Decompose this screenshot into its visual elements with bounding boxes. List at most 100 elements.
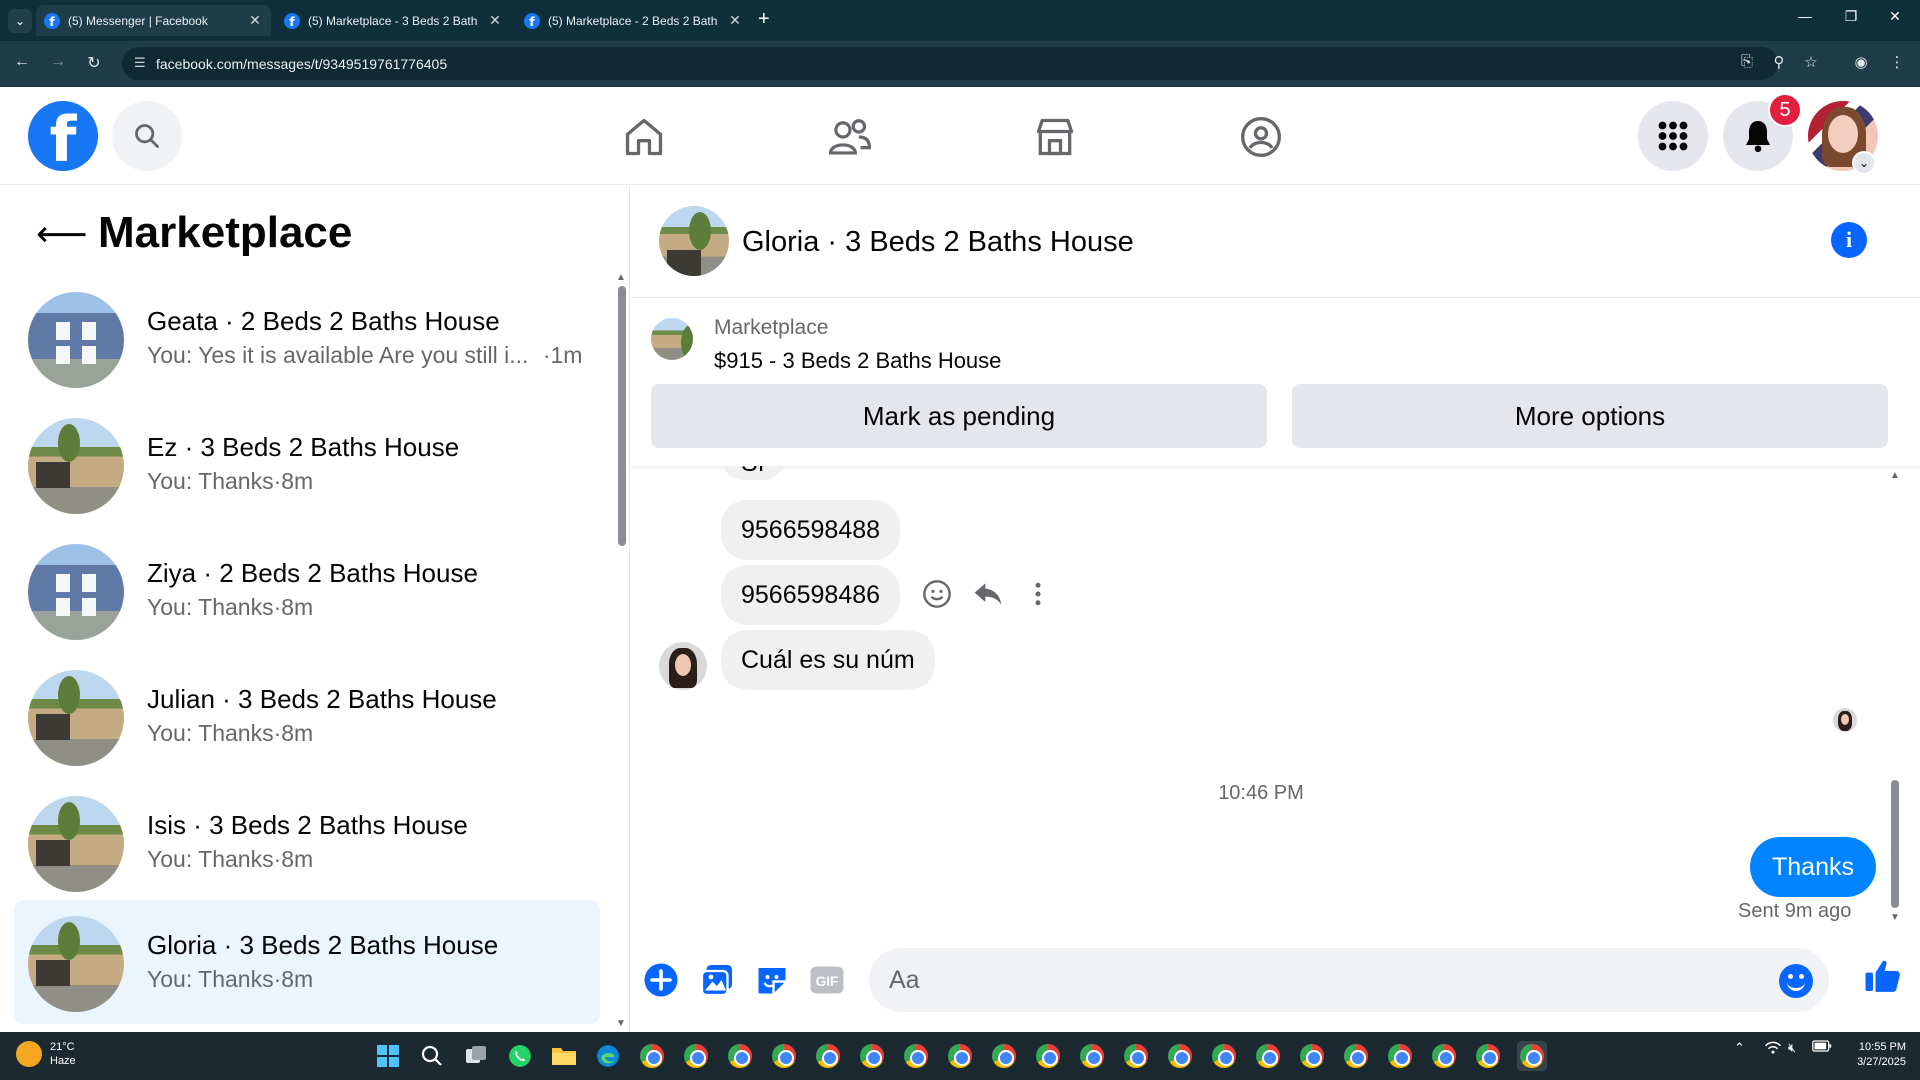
start-button[interactable] <box>373 1041 403 1071</box>
listing-thumbnail[interactable] <box>651 318 693 360</box>
facebook-logo-icon[interactable]: f <box>28 101 98 171</box>
chrome-profile-taskbar-app[interactable] <box>901 1041 931 1071</box>
wifi-icon[interactable] <box>1764 1040 1782 1059</box>
menu-button[interactable] <box>1638 101 1708 171</box>
close-tab-icon[interactable]: ✕ <box>487 12 503 29</box>
back-arrow-icon[interactable]: ⟵ <box>36 214 88 255</box>
message-bubble-outgoing[interactable]: Thanks <box>1750 837 1876 897</box>
chrome-profile-taskbar-app[interactable] <box>857 1041 887 1071</box>
conversation-item[interactable]: Geata · 2 Beds 2 Baths House You: Yes it… <box>14 278 600 402</box>
tab-marketplace-3beds[interactable]: f (5) Marketplace - 3 Beds 2 Bath ✕ <box>276 5 511 36</box>
conversation-item[interactable]: Isis · 3 Beds 2 Baths House You: Thanks·… <box>14 782 600 906</box>
chrome-profile-taskbar-app[interactable] <box>1253 1041 1283 1071</box>
system-clock[interactable]: 10:55 PM 3/27/2025 <box>1836 1040 1906 1070</box>
home-icon <box>625 118 663 156</box>
attach-photo-button[interactable] <box>697 960 737 1000</box>
battery-icon[interactable] <box>1812 1040 1832 1055</box>
weather-widget[interactable]: 21°C Haze <box>16 1040 76 1068</box>
edge-taskbar-app[interactable] <box>593 1041 623 1071</box>
chrome-profile-taskbar-app[interactable] <box>1077 1041 1107 1071</box>
sticker-button[interactable] <box>752 960 792 1000</box>
message-bubble-incoming[interactable]: Cuál es su núm <box>721 630 935 690</box>
conversation-item-selected[interactable]: Gloria · 3 Beds 2 Baths House You: Thank… <box>14 900 600 1024</box>
chrome-profile-taskbar-app[interactable] <box>1033 1041 1063 1071</box>
tab-search-button[interactable]: ⌄ <box>8 9 32 33</box>
conversation-item[interactable]: Ziya · 2 Beds 2 Baths House You: Thanks·… <box>14 530 600 654</box>
listing-price-title[interactable]: $915 - 3 Beds 2 Baths House <box>714 348 1001 374</box>
scroll-up-arrow-icon[interactable]: ▲ <box>1890 470 1900 481</box>
file-explorer-taskbar-app[interactable] <box>549 1041 579 1071</box>
forward-icon[interactable]: → <box>46 53 70 71</box>
site-info-icon[interactable]: ☰ <box>134 55 146 71</box>
chrome-profile-taskbar-app[interactable] <box>1429 1041 1459 1071</box>
chrome-profile-taskbar-app[interactable] <box>681 1041 711 1071</box>
taskbar-search-button[interactable] <box>417 1041 447 1071</box>
chrome-profile-taskbar-app[interactable] <box>1209 1041 1239 1071</box>
message-input[interactable]: Aa <box>869 948 1829 1012</box>
message-bubble-incoming[interactable]: 9566598486 <box>721 565 901 625</box>
more-options-button[interactable]: More options <box>1292 384 1888 448</box>
bookmark-star-icon[interactable]: ☆ <box>1800 53 1822 71</box>
chrome-profile-taskbar-app[interactable] <box>1297 1041 1327 1071</box>
gif-button[interactable]: GIF <box>807 960 847 1000</box>
conversation-item[interactable]: Ez · 3 Beds 2 Baths House You: Thanks·8m <box>14 404 600 528</box>
groups-nav-button[interactable] <box>1231 109 1291 165</box>
chrome-profile-taskbar-app[interactable] <box>945 1041 975 1071</box>
minimize-window-button[interactable]: — <box>1790 8 1820 24</box>
like-send-button[interactable] <box>1863 956 1903 996</box>
more-vertical-icon[interactable] <box>1023 578 1053 610</box>
chrome-profile-taskbar-app[interactable] <box>1385 1041 1415 1071</box>
tab-messenger[interactable]: f (5) Messenger | Facebook ✕ <box>36 5 271 36</box>
emoji-icon[interactable] <box>1779 964 1813 998</box>
chrome-taskbar-app[interactable] <box>637 1041 667 1071</box>
chrome-active-taskbar-app[interactable] <box>1517 1041 1547 1071</box>
tab-marketplace-2beds[interactable]: f (5) Marketplace - 2 Beds 2 Bath ✕ <box>516 5 751 36</box>
new-tab-button[interactable]: + <box>758 8 770 31</box>
browser-menu-icon[interactable]: ⋮ <box>1886 53 1908 71</box>
back-icon[interactable]: ← <box>10 53 34 71</box>
chrome-profile-taskbar-app[interactable] <box>1341 1041 1371 1071</box>
speaker-muted-icon[interactable]: 🔇︎ <box>1788 1040 1796 1056</box>
address-bar[interactable]: ☰ facebook.com/messages/t/93495197617764… <box>122 47 1778 80</box>
chrome-profile-taskbar-app[interactable] <box>1473 1041 1503 1071</box>
chrome-profile-taskbar-app[interactable] <box>769 1041 799 1071</box>
plus-circle-icon <box>644 963 678 997</box>
profile-icon[interactable]: ◉ <box>1850 53 1872 71</box>
marketplace-nav-button[interactable] <box>1025 109 1085 165</box>
friends-nav-button[interactable] <box>820 109 880 165</box>
add-attachment-button[interactable] <box>641 960 681 1000</box>
scroll-down-arrow-icon[interactable]: ▼ <box>1890 912 1900 923</box>
close-tab-icon[interactable]: ✕ <box>247 12 263 29</box>
chrome-profile-taskbar-app[interactable] <box>725 1041 755 1071</box>
restore-window-button[interactable]: ❐ <box>1836 8 1866 25</box>
chrome-profile-taskbar-app[interactable] <box>989 1041 1019 1071</box>
install-app-icon[interactable]: ⎘ <box>1736 53 1758 70</box>
message-bubble-incoming[interactable]: 9566598488 <box>721 500 901 560</box>
task-view-button[interactable] <box>461 1041 491 1071</box>
chrome-profile-taskbar-app[interactable] <box>813 1041 843 1071</box>
show-hidden-icons-chevron-icon[interactable]: ⌃ <box>1734 1040 1745 1056</box>
reply-icon[interactable] <box>971 578 1005 610</box>
whatsapp-taskbar-app[interactable] <box>505 1041 535 1071</box>
left-scrollbar[interactable] <box>618 286 626 546</box>
chrome-profile-taskbar-app[interactable] <box>1165 1041 1195 1071</box>
conversation-title[interactable]: Gloria · 3 Beds 2 Baths House <box>742 226 1134 259</box>
react-emoji-icon[interactable] <box>921 578 953 610</box>
info-icon[interactable]: i <box>1831 222 1867 258</box>
reload-icon[interactable]: ↻ <box>82 53 106 73</box>
close-tab-icon[interactable]: ✕ <box>727 12 743 29</box>
mark-as-pending-button[interactable]: Mark as pending <box>651 384 1267 448</box>
home-nav-button[interactable] <box>614 109 674 165</box>
account-chevron-down-icon[interactable]: ⌄ <box>1852 151 1876 175</box>
sender-avatar[interactable] <box>659 642 707 690</box>
message-bubble-incoming[interactable]: Sí <box>721 466 785 480</box>
thread-scrollbar[interactable] <box>1891 780 1899 908</box>
search-button[interactable] <box>112 101 182 171</box>
conversation-item[interactable]: Julian · 3 Beds 2 Baths House You: Thank… <box>14 656 600 780</box>
scroll-down-arrow-icon[interactable]: ▼ <box>616 1018 626 1029</box>
zoom-icon[interactable]: ⚲ <box>1768 53 1790 71</box>
scroll-up-arrow-icon[interactable]: ▲ <box>616 272 626 283</box>
conversation-avatar[interactable] <box>659 206 729 276</box>
chrome-profile-taskbar-app[interactable] <box>1121 1041 1151 1071</box>
close-window-button[interactable]: ✕ <box>1880 8 1910 25</box>
